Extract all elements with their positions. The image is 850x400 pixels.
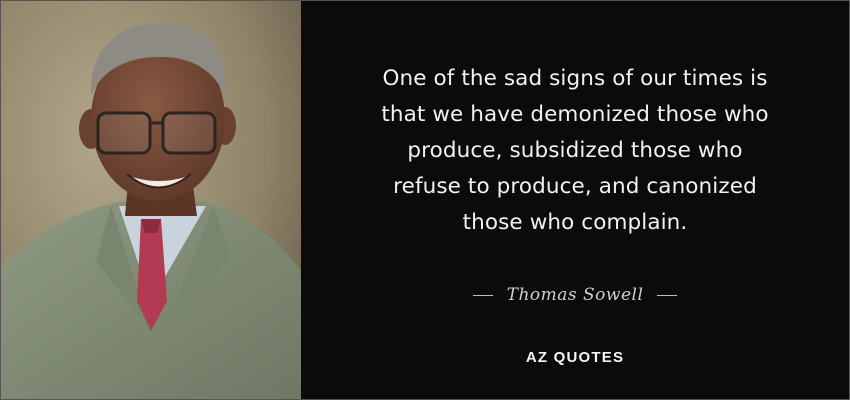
quote-text: One of the sad signs of our times is tha… bbox=[381, 66, 769, 235]
brand-logo: AZ QUOTES bbox=[525, 349, 625, 366]
author-attribution: Thomas Sowell bbox=[301, 285, 849, 305]
quote-panel: One of the sad signs of our times is tha… bbox=[301, 1, 849, 399]
right-divider bbox=[657, 294, 678, 296]
quote-card: One of the sad signs of our times is tha… bbox=[0, 0, 850, 400]
author-name[interactable]: Thomas Sowell bbox=[507, 285, 644, 305]
left-divider bbox=[472, 294, 493, 296]
author-portrait-image bbox=[1, 1, 301, 399]
